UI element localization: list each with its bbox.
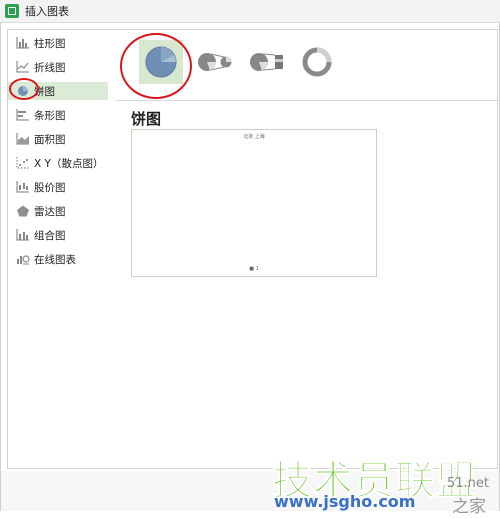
annotation-circle-pie-subtype [120,33,192,99]
section-title: 饼图 [131,110,162,128]
sidebar-item-label: X Y（散点图） [34,157,104,170]
watermark-url: www.jsgho.com [274,492,416,511]
bar-of-pie-icon [250,53,283,71]
bar-chart-icon [16,37,29,49]
sidebar-item-label: 雷达图 [34,205,66,218]
watermark-side-top: 51.net [447,476,490,491]
scatter-chart-icon [16,157,29,169]
stock-chart-icon [16,181,29,193]
insert-chart-dialog: 柱形图 折线图 饼图 条形图 面积图 X Y（散点图） 股价图 雷达图 组合图 … [0,23,500,511]
sidebar-item-radar[interactable]: 雷达图 [8,202,108,220]
subtype-bar-of-pie[interactable] [245,40,289,84]
sidebar-item-area[interactable]: 面积图 [8,130,108,148]
sidebar-item-online[interactable]: 在线图表 [8,250,108,268]
line-chart-icon [16,61,29,73]
watermark-side: 之家 [452,497,486,517]
annotation-circle-pie-category [9,78,39,100]
sidebar-item-label: 组合图 [34,229,66,242]
horizontal-bar-icon [16,109,29,121]
radar-chart-icon [17,205,29,217]
sidebar-item-bar[interactable]: 条形图 [8,106,108,124]
watermark: 技术员联盟 www.jsgho.com 51.net 之家 [272,446,500,519]
preview-chart-legend: ■ 1 [249,266,259,272]
online-chart-icon [17,255,30,265]
preview-chart-title: 北京 上海 [243,134,265,140]
sidebar-item-scatter[interactable]: X Y（散点图） [8,154,108,172]
sidebar-item-combo[interactable]: 组合图 [8,226,108,244]
chart-preview-thumbnail[interactable]: 北京 上海 ■ 1 [131,129,377,277]
app-icon [5,4,19,18]
sidebar-item-stock[interactable]: 股价图 [8,178,108,196]
sidebar-item-label: 折线图 [34,61,66,74]
pie-of-pie-icon [198,53,232,71]
window-title: 插入图表 [25,5,69,18]
combo-chart-icon [16,229,29,241]
sidebar-item-column[interactable]: 柱形图 [8,34,108,52]
sidebar-item-line[interactable]: 折线图 [8,58,108,76]
sidebar-item-label: 在线图表 [34,253,76,266]
title-bar: 插入图表 [0,0,500,23]
doughnut-icon [302,47,332,77]
sidebar-item-label: 柱形图 [34,37,66,50]
sidebar-item-label: 股价图 [34,181,66,194]
sidebar-item-label: 条形图 [34,109,66,122]
sidebar-item-label: 面积图 [34,133,66,146]
area-chart-icon [16,133,29,145]
subtype-doughnut[interactable] [295,40,339,84]
subtype-pie-of-pie[interactable] [193,40,237,84]
